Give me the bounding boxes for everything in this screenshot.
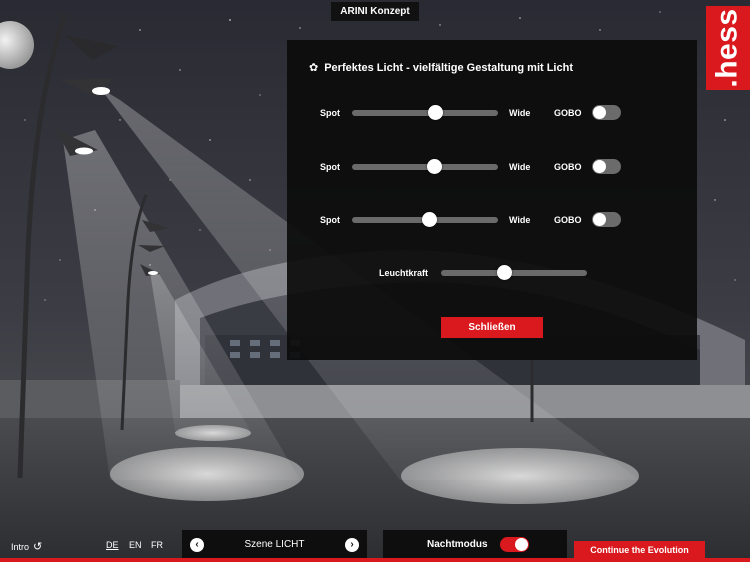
beam-row-1: Spot Wide GOBO	[287, 103, 697, 123]
slider-thumb[interactable]	[426, 159, 442, 174]
light-settings-panel: ✿ Perfektes Licht - vielfältige Gestaltu…	[287, 40, 697, 360]
toggle-knob	[593, 160, 606, 173]
spot-label: Spot	[320, 108, 340, 118]
chevron-left-icon[interactable]: ‹	[190, 537, 204, 552]
wide-label: Wide	[509, 108, 531, 118]
beam-slider-2[interactable]	[352, 159, 498, 174]
lang-en[interactable]: EN	[129, 540, 142, 550]
gobo-label: GOBO	[554, 162, 582, 172]
toggle-knob	[593, 213, 606, 226]
slider-thumb[interactable]	[422, 212, 438, 227]
brightness-row: Leuchtkraft	[287, 263, 697, 283]
gobo-toggle-3[interactable]	[592, 212, 621, 227]
night-mode-control: Nachtmodus	[383, 530, 567, 559]
night-mode-toggle[interactable]	[499, 537, 529, 552]
app-title: ARINI Konzept	[331, 2, 419, 21]
gobo-toggle-1[interactable]	[592, 105, 621, 120]
beam-row-3: Spot Wide GOBO	[287, 210, 697, 230]
night-mode-label: Nachtmodus	[427, 539, 488, 550]
hess-logo: .hess	[706, 6, 750, 90]
panel-title-text: Perfektes Licht - vielfältige Gestaltung…	[324, 61, 573, 74]
scene-navigator: ‹ Szene LICHT ›	[182, 530, 367, 559]
lang-fr[interactable]: FR	[151, 540, 163, 550]
gear-icon: ✿	[309, 62, 319, 74]
toggle-knob	[514, 538, 528, 551]
spot-label: Spot	[320, 162, 340, 172]
lang-de[interactable]: DE	[106, 540, 119, 550]
scene-label: Szene LICHT	[244, 539, 305, 550]
logo-text: .hess	[711, 8, 744, 88]
refresh-icon: ↺	[33, 541, 43, 553]
bottom-accent-bar	[0, 558, 750, 562]
beam-slider-3[interactable]	[352, 212, 498, 227]
slider-thumb[interactable]	[428, 105, 444, 120]
brightness-label: Leuchtkraft	[379, 268, 429, 278]
beam-slider-1[interactable]	[352, 105, 498, 120]
wide-label: Wide	[509, 162, 531, 172]
brightness-slider[interactable]	[441, 265, 587, 280]
gobo-label: GOBO	[554, 108, 582, 118]
spot-label: Spot	[320, 215, 340, 225]
gobo-label: GOBO	[554, 215, 582, 225]
gobo-toggle-2[interactable]	[592, 159, 621, 174]
slider-thumb[interactable]	[496, 265, 512, 280]
intro-label: Intro	[11, 541, 30, 552]
intro-button[interactable]: Intro ↺	[11, 540, 42, 553]
beam-row-2: Spot Wide GOBO	[287, 157, 697, 177]
continue-evolution-button[interactable]: Continue the Evolution	[574, 541, 705, 559]
chevron-right-icon[interactable]: ›	[345, 537, 359, 552]
close-button[interactable]: Schließen	[441, 317, 543, 338]
wide-label: Wide	[509, 215, 531, 225]
panel-title: ✿ Perfektes Licht - vielfältige Gestaltu…	[309, 61, 573, 75]
toggle-knob	[593, 106, 606, 119]
